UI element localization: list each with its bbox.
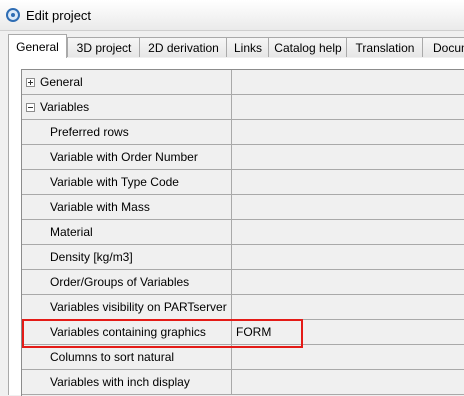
- property-label: Order/Groups of Variables: [50, 275, 190, 289]
- property-name-cell: Material: [22, 220, 232, 244]
- property-name-cell: Variable with Type Code: [22, 170, 232, 194]
- property-value-cell[interactable]: [232, 120, 464, 144]
- property-name-cell: Variable with Mass: [22, 195, 232, 219]
- property-value-cell[interactable]: [232, 170, 464, 194]
- property-label: Density [kg/m3]: [50, 250, 133, 264]
- tab-2d-derivation[interactable]: 2D derivation: [139, 37, 228, 57]
- property-label: Variables visibility on PARTserver: [50, 300, 227, 314]
- property-label: Preferred rows: [50, 125, 129, 139]
- property-name-cell: Variables: [22, 95, 232, 119]
- property-row-material[interactable]: Material: [22, 220, 464, 245]
- property-value-cell[interactable]: [232, 370, 464, 394]
- property-value-cell[interactable]: [232, 295, 464, 319]
- property-row-order-groups[interactable]: Order/Groups of Variables: [22, 270, 464, 295]
- tab-catalog-help[interactable]: Catalog help: [268, 37, 348, 57]
- property-row-partserver-visibility[interactable]: Variables visibility on PARTserver: [22, 295, 464, 320]
- property-name-cell: Density [kg/m3]: [22, 245, 232, 269]
- tab-documentation[interactable]: Docum: [422, 37, 464, 57]
- expand-icon[interactable]: [26, 78, 35, 87]
- property-row-preferred-rows[interactable]: Preferred rows: [22, 120, 464, 145]
- tab-translation[interactable]: Translation: [346, 37, 424, 57]
- property-row-variables[interactable]: Variables: [22, 95, 464, 120]
- property-label: Variable with Type Code: [50, 175, 179, 189]
- title-bar: Edit project: [0, 0, 464, 31]
- property-value-cell[interactable]: [232, 270, 464, 294]
- property-row-order-number[interactable]: Variable with Order Number: [22, 145, 464, 170]
- tab-3d-project[interactable]: 3D project: [67, 37, 141, 57]
- property-name-cell: Variables with inch display: [22, 370, 232, 394]
- property-label: Variables with inch display: [50, 375, 190, 389]
- property-label: Variable with Order Number: [50, 150, 198, 164]
- property-value-cell[interactable]: [232, 345, 464, 369]
- property-label: Columns to sort natural: [50, 350, 175, 364]
- property-name-cell: Variable with Order Number: [22, 145, 232, 169]
- property-row-density[interactable]: Density [kg/m3]: [22, 245, 464, 270]
- property-value-cell[interactable]: FORM: [232, 320, 464, 344]
- property-value-cell[interactable]: [232, 95, 464, 119]
- collapse-icon[interactable]: [26, 103, 35, 112]
- property-value-cell[interactable]: [232, 145, 464, 169]
- tab-general[interactable]: General: [8, 34, 67, 58]
- property-row-type-code[interactable]: Variable with Type Code: [22, 170, 464, 195]
- property-label: Variable with Mass: [50, 200, 150, 214]
- property-name-cell: Variables visibility on PARTserver: [22, 295, 232, 319]
- property-label: Material: [50, 225, 93, 239]
- property-name-cell: Order/Groups of Variables: [22, 270, 232, 294]
- property-value-cell[interactable]: [232, 245, 464, 269]
- property-value-cell[interactable]: [232, 220, 464, 244]
- property-grid: General Variables Preferred rows Variabl…: [21, 69, 464, 396]
- tab-links[interactable]: Links: [226, 37, 270, 57]
- property-row-mass[interactable]: Variable with Mass: [22, 195, 464, 220]
- property-name-cell: Preferred rows: [22, 120, 232, 144]
- property-name-cell: Columns to sort natural: [22, 345, 232, 369]
- property-value-cell[interactable]: [232, 195, 464, 219]
- property-name-cell: Variables containing graphics: [22, 320, 232, 344]
- group-label: General: [40, 75, 83, 89]
- window-title: Edit project: [26, 8, 92, 23]
- property-row-sort-natural[interactable]: Columns to sort natural: [22, 345, 464, 370]
- group-label: Variables: [40, 100, 90, 114]
- property-name-cell: General: [22, 70, 232, 94]
- property-row-inch-display[interactable]: Variables with inch display: [22, 370, 464, 395]
- tab-bar: General 3D project 2D derivation Links C…: [8, 34, 464, 58]
- property-row-graphics-variables[interactable]: Variables containing graphics FORM: [22, 320, 464, 345]
- property-label: Variables containing graphics: [50, 325, 206, 339]
- property-row-general[interactable]: General: [22, 70, 464, 95]
- app-icon: [6, 8, 20, 22]
- property-value-cell[interactable]: [232, 70, 464, 94]
